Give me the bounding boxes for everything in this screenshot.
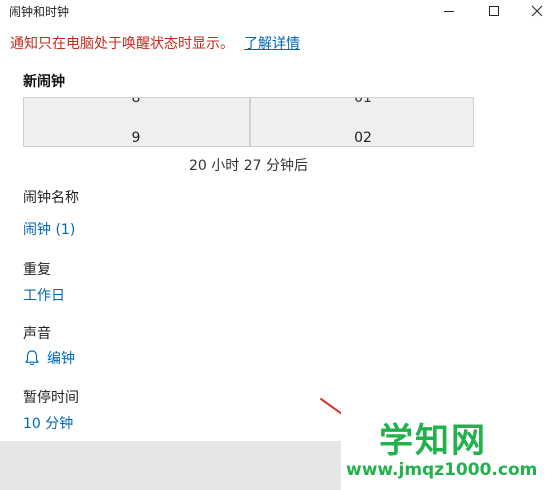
sound-label: 声音 bbox=[23, 326, 51, 342]
watermark-url: www.jmqz1000.com bbox=[346, 460, 538, 480]
title-bar: 闹钟和时钟 bbox=[0, 0, 559, 26]
alarm-name-label: 闹钟名称 bbox=[23, 190, 79, 206]
sound-value: 编钟 bbox=[47, 351, 75, 367]
close-button[interactable] bbox=[515, 0, 559, 22]
sound-selector[interactable]: 编钟 bbox=[23, 348, 75, 368]
window-title: 闹钟和时钟 bbox=[9, 5, 70, 19]
repeat-label: 重复 bbox=[23, 262, 51, 278]
bell-icon bbox=[25, 350, 39, 366]
time-until-alarm: 20 小时 27 分钟后 bbox=[189, 158, 308, 174]
snooze-selector[interactable]: 10 分钟 bbox=[23, 413, 73, 433]
notification-notice: 通知只在电脑处于唤醒状态时显示。 了解详情 bbox=[10, 33, 300, 53]
hour-selected-value: 9 bbox=[131, 130, 141, 146]
hour-column[interactable]: 8 9 bbox=[24, 98, 248, 146]
minute-selected-value: 02 bbox=[354, 130, 372, 146]
minimize-icon bbox=[444, 11, 454, 12]
learn-more-link[interactable]: 了解详情 bbox=[244, 36, 300, 52]
maximize-icon bbox=[489, 6, 499, 16]
watermark-logo-text: 学知网 bbox=[379, 421, 487, 461]
notice-text: 通知只在电脑处于唤醒状态时显示。 bbox=[10, 36, 234, 52]
time-picker[interactable]: 8 9 01 02 bbox=[23, 97, 474, 147]
snooze-label: 暂停时间 bbox=[23, 390, 79, 406]
maximize-button[interactable] bbox=[472, 0, 516, 22]
minimize-button[interactable] bbox=[427, 0, 471, 22]
repeat-selector[interactable]: 工作日 bbox=[23, 285, 65, 305]
close-icon bbox=[531, 5, 543, 17]
new-alarm-title: 新闹钟 bbox=[23, 74, 65, 90]
minute-column[interactable]: 01 02 bbox=[249, 97, 473, 146]
minute-prev-value: 01 bbox=[354, 97, 372, 106]
hour-prev-value: 8 bbox=[131, 97, 141, 106]
alarm-name-field[interactable]: 闹钟 (1) bbox=[23, 219, 75, 239]
